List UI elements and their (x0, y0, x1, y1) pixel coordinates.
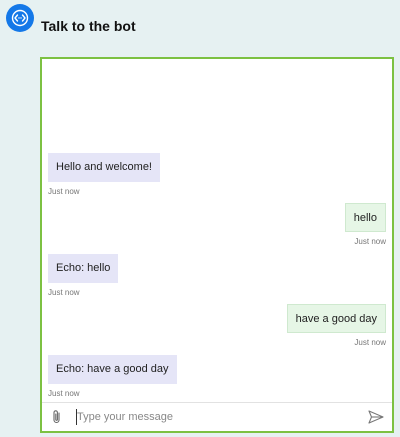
paperclip-icon[interactable] (50, 409, 64, 425)
send-icon[interactable] (368, 410, 384, 424)
message-timestamp: Just now (48, 288, 80, 297)
header: Talk to the bot (0, 0, 400, 50)
bot-message: Echo: hello (48, 254, 119, 283)
bot-message: Hello and welcome! (48, 153, 160, 182)
message-timestamp: Just now (354, 237, 386, 246)
message-timestamp: Just now (48, 187, 80, 196)
page-title: Talk to the bot (41, 18, 136, 34)
message-timestamp: Just now (354, 338, 386, 347)
bot-message: Echo: have a good day (48, 355, 177, 384)
chat-window: Hello and welcome! Just now hello Just n… (40, 57, 394, 433)
message-input[interactable] (76, 409, 357, 425)
bot-code-icon (6, 4, 34, 32)
message-timestamp: Just now (48, 389, 80, 398)
user-message: have a good day (286, 304, 386, 333)
user-message: hello (344, 203, 386, 232)
message-input-bar (42, 402, 392, 431)
